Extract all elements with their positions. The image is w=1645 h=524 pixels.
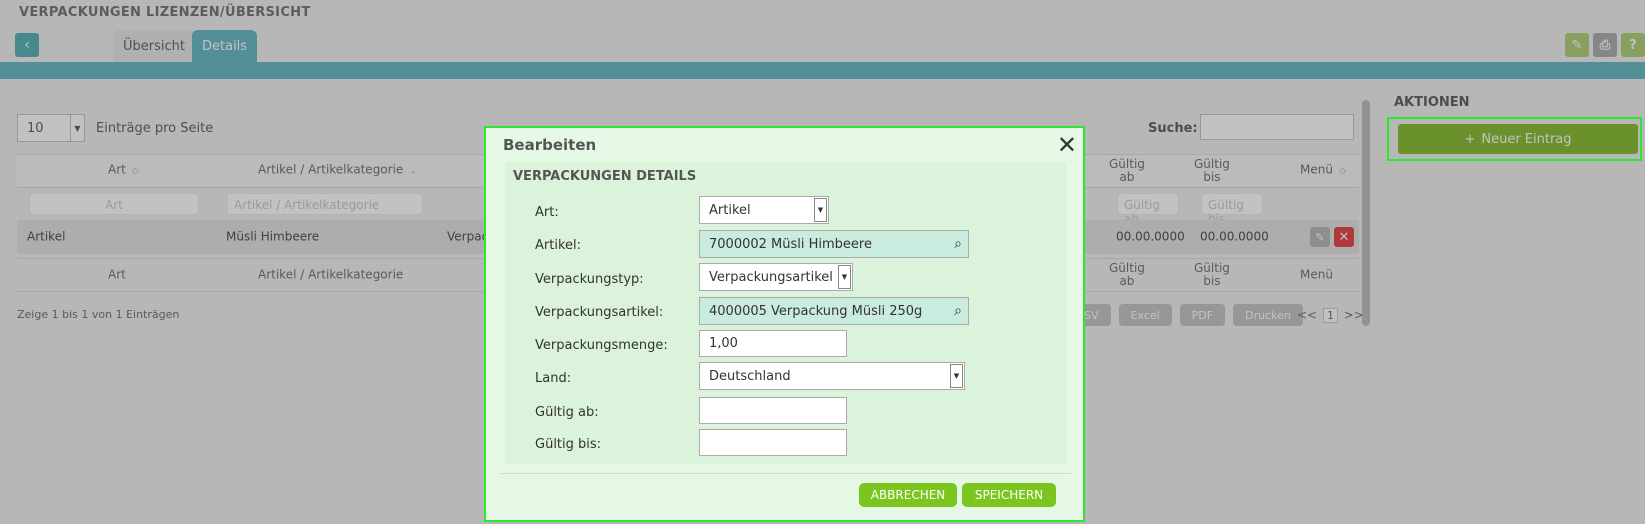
verpackungsartikel-input[interactable]: 4000005 Verpackung Müsli 250g ⌕ <box>699 297 969 325</box>
artikel-input[interactable]: 7000002 Müsli Himbeere ⌕ <box>699 230 969 258</box>
verpackungsmenge-label: Verpackungsmenge: <box>535 338 668 353</box>
art-select[interactable]: Artikel ▼ <box>699 196 829 224</box>
save-button[interactable]: SPEICHERN <box>962 483 1056 507</box>
land-label: Land: <box>535 371 572 386</box>
land-select[interactable]: Deutschland ▼ <box>699 362 965 390</box>
artikel-label: Artikel: <box>535 238 582 253</box>
search-icon[interactable]: ⌕ <box>954 303 962 319</box>
verpackungsmenge-value: 1,00 <box>709 336 738 351</box>
new-entry-highlight <box>1387 117 1642 161</box>
gueltig-bis-input[interactable] <box>699 429 847 456</box>
caret-down-icon: ▼ <box>838 265 851 289</box>
panel-title: VERPACKUNGEN DETAILS <box>513 169 697 184</box>
dialog-divider <box>500 473 1071 474</box>
verpackungstyp-label: Verpackungstyp: <box>535 272 644 287</box>
verpackungsartikel-label: Verpackungsartikel: <box>535 305 664 320</box>
dialog-title: Bearbeiten <box>503 136 597 154</box>
verpackungstyp-select[interactable]: Verpackungsartikel ▼ <box>699 263 853 291</box>
verpackungsmenge-input[interactable]: 1,00 <box>699 330 847 357</box>
caret-down-icon: ▼ <box>814 198 827 222</box>
land-value: Deutschland <box>709 368 791 384</box>
verpackungsartikel-value: 4000005 Verpackung Müsli 250g <box>709 303 923 319</box>
art-label: Art: <box>535 205 559 220</box>
details-panel: VERPACKUNGEN DETAILS Art: Artikel ▼ Arti… <box>505 162 1067 464</box>
gueltig-ab-label: Gültig ab: <box>535 405 599 420</box>
artikel-value: 7000002 Müsli Himbeere <box>709 236 872 252</box>
caret-down-icon: ▼ <box>950 364 963 388</box>
verpackungstyp-value: Verpackungsartikel <box>709 269 833 285</box>
edit-dialog: Bearbeiten ✕ VERPACKUNGEN DETAILS Art: A… <box>484 126 1085 522</box>
gueltig-ab-input[interactable] <box>699 397 847 424</box>
art-value: Artikel <box>709 202 751 218</box>
close-icon[interactable]: ✕ <box>1057 130 1077 160</box>
gueltig-bis-label: Gültig bis: <box>535 437 602 452</box>
cancel-button[interactable]: ABBRECHEN <box>859 483 957 507</box>
search-icon[interactable]: ⌕ <box>954 236 962 252</box>
